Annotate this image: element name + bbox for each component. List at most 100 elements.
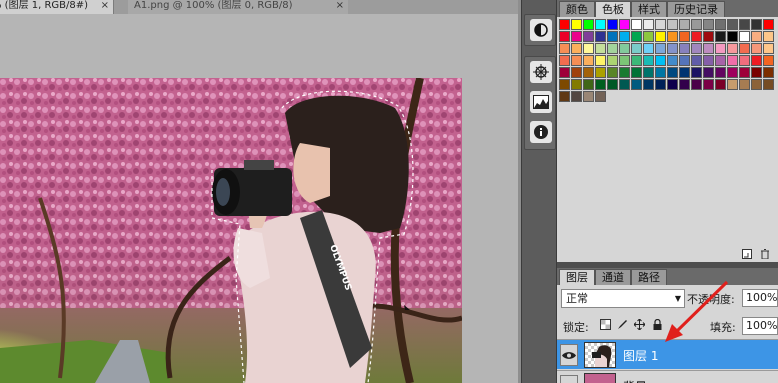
- color-swatch[interactable]: [751, 43, 762, 54]
- color-swatch[interactable]: [619, 43, 630, 54]
- layer-visibility-toggle[interactable]: [560, 375, 578, 383]
- color-swatch[interactable]: [655, 79, 666, 90]
- color-swatch[interactable]: [559, 91, 570, 102]
- color-swatch[interactable]: [583, 67, 594, 78]
- color-swatch[interactable]: [679, 19, 690, 30]
- color-swatch[interactable]: [607, 31, 618, 42]
- color-swatch[interactable]: [751, 31, 762, 42]
- color-swatch[interactable]: [679, 67, 690, 78]
- color-swatch[interactable]: [715, 79, 726, 90]
- layer-name[interactable]: 图层 1: [623, 347, 658, 364]
- color-swatch[interactable]: [715, 67, 726, 78]
- color-swatch[interactable]: [751, 67, 762, 78]
- color-swatch[interactable]: [595, 55, 606, 66]
- lock-position-icon[interactable]: [634, 319, 645, 330]
- color-swatch[interactable]: [631, 31, 642, 42]
- color-swatch[interactable]: [559, 19, 570, 30]
- color-swatch[interactable]: [619, 55, 630, 66]
- color-swatch[interactable]: [595, 91, 606, 102]
- color-swatch[interactable]: [631, 67, 642, 78]
- tab-history[interactable]: 历史记录: [667, 1, 725, 17]
- tab-layers[interactable]: 图层: [559, 269, 595, 285]
- color-swatch[interactable]: [667, 31, 678, 42]
- color-swatch[interactable]: [643, 67, 654, 78]
- layer-name[interactable]: 背景: [623, 378, 647, 383]
- navigator-icon[interactable]: [530, 61, 552, 83]
- color-swatch[interactable]: [751, 19, 762, 30]
- color-swatch[interactable]: [691, 43, 702, 54]
- color-swatch[interactable]: [703, 67, 714, 78]
- color-swatch[interactable]: [607, 55, 618, 66]
- color-swatch[interactable]: [751, 79, 762, 90]
- color-swatch[interactable]: [727, 67, 738, 78]
- info-icon[interactable]: [530, 121, 552, 143]
- color-swatch[interactable]: [583, 91, 594, 102]
- color-swatch[interactable]: [607, 19, 618, 30]
- color-swatch[interactable]: [559, 79, 570, 90]
- document-tab-a1[interactable]: A1.png @ 100% (图层 0, RGB/8) ×: [128, 0, 348, 14]
- tab-swatches[interactable]: 色板: [595, 1, 631, 17]
- opacity-input[interactable]: 100%: [742, 289, 778, 307]
- color-swatch[interactable]: [583, 55, 594, 66]
- color-swatch[interactable]: [655, 43, 666, 54]
- color-swatch[interactable]: [559, 31, 570, 42]
- color-swatch[interactable]: [679, 43, 690, 54]
- layer-visibility-toggle[interactable]: [560, 344, 578, 366]
- color-swatch[interactable]: [715, 43, 726, 54]
- color-swatch[interactable]: [643, 19, 654, 30]
- layer-row[interactable]: 背景: [557, 370, 778, 383]
- color-swatch[interactable]: [619, 31, 630, 42]
- canvas-workspace[interactable]: OLYMPUS: [0, 14, 520, 383]
- color-swatch[interactable]: [763, 67, 774, 78]
- color-swatch[interactable]: [667, 67, 678, 78]
- color-swatch[interactable]: [727, 31, 738, 42]
- color-swatch[interactable]: [619, 19, 630, 30]
- color-swatch[interactable]: [595, 67, 606, 78]
- color-swatch[interactable]: [571, 79, 582, 90]
- color-swatch[interactable]: [703, 55, 714, 66]
- color-swatch[interactable]: [631, 19, 642, 30]
- color-swatch[interactable]: [571, 19, 582, 30]
- color-swatch[interactable]: [583, 31, 594, 42]
- new-swatch-icon[interactable]: [741, 249, 753, 259]
- color-swatch[interactable]: [583, 43, 594, 54]
- color-swatch[interactable]: [727, 43, 738, 54]
- canvas-image[interactable]: OLYMPUS: [0, 78, 462, 383]
- color-swatch[interactable]: [595, 79, 606, 90]
- color-swatch[interactable]: [571, 91, 582, 102]
- color-swatch[interactable]: [595, 31, 606, 42]
- color-swatch[interactable]: [595, 19, 606, 30]
- color-swatch[interactable]: [643, 79, 654, 90]
- color-swatch[interactable]: [691, 55, 702, 66]
- color-swatch[interactable]: [583, 79, 594, 90]
- color-swatch[interactable]: [739, 67, 750, 78]
- close-tab-icon[interactable]: ×: [336, 0, 344, 12]
- color-swatch[interactable]: [619, 67, 630, 78]
- color-swatch[interactable]: [607, 79, 618, 90]
- color-swatch[interactable]: [571, 31, 582, 42]
- color-swatch[interactable]: [595, 43, 606, 54]
- color-swatch[interactable]: [763, 43, 774, 54]
- delete-swatch-icon[interactable]: [759, 249, 771, 260]
- color-swatch[interactable]: [727, 19, 738, 30]
- color-swatch[interactable]: [715, 19, 726, 30]
- color-swatch[interactable]: [763, 79, 774, 90]
- lock-image-pixels-icon[interactable]: [617, 319, 628, 330]
- color-swatch[interactable]: [631, 43, 642, 54]
- color-swatch[interactable]: [679, 55, 690, 66]
- color-swatch[interactable]: [559, 55, 570, 66]
- color-swatch[interactable]: [571, 43, 582, 54]
- color-swatch[interactable]: [739, 43, 750, 54]
- color-swatch[interactable]: [679, 79, 690, 90]
- color-swatch[interactable]: [559, 43, 570, 54]
- color-swatch[interactable]: [667, 43, 678, 54]
- color-swatch[interactable]: [703, 19, 714, 30]
- color-swatch[interactable]: [631, 55, 642, 66]
- tab-color[interactable]: 颜色: [559, 1, 595, 17]
- color-swatch[interactable]: [607, 43, 618, 54]
- color-swatch[interactable]: [643, 43, 654, 54]
- close-tab-icon[interactable]: ×: [101, 0, 109, 12]
- color-swatch[interactable]: [583, 19, 594, 30]
- color-swatch[interactable]: [607, 67, 618, 78]
- color-swatch[interactable]: [643, 55, 654, 66]
